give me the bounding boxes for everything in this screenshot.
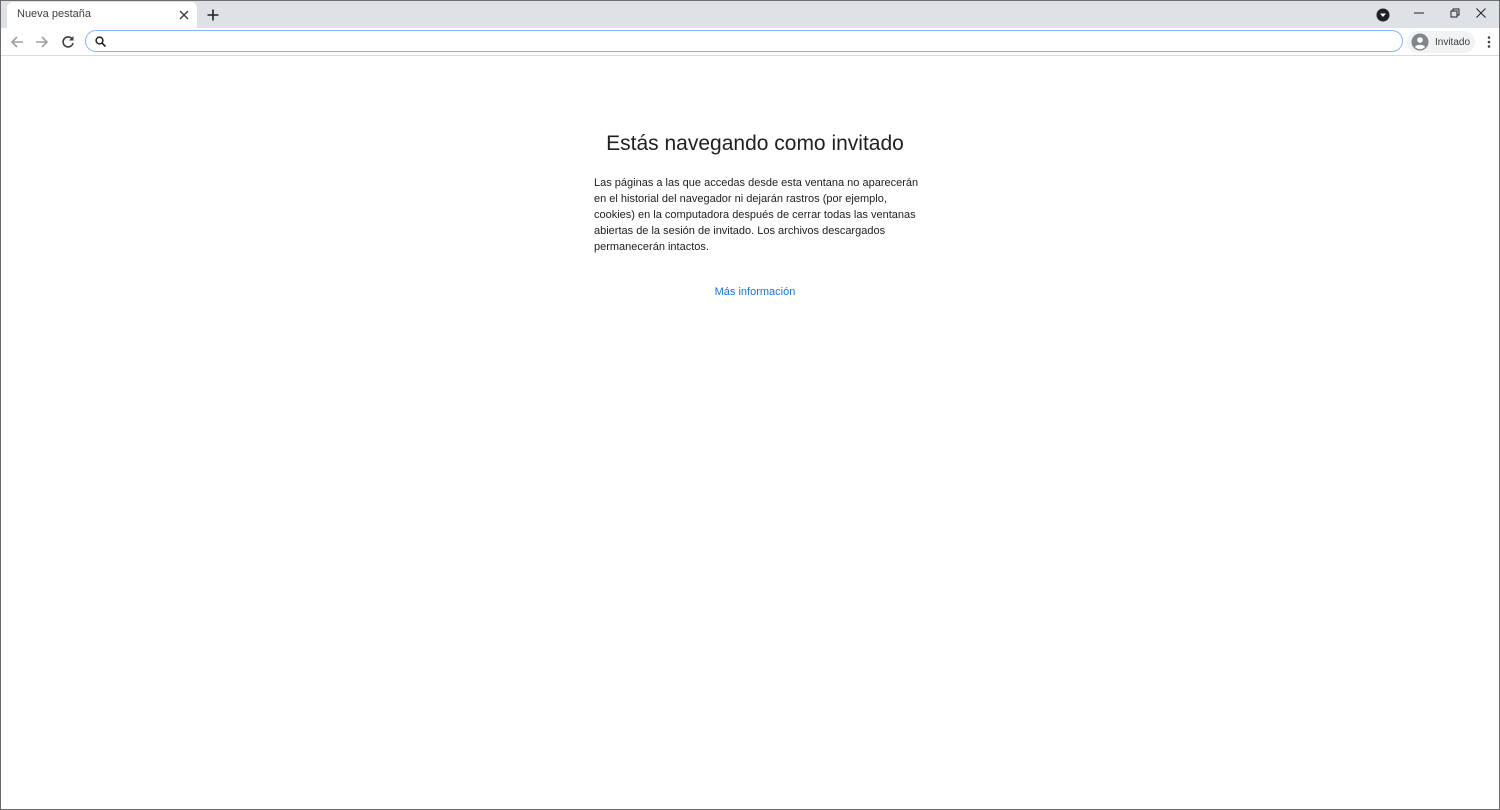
address-bar[interactable] (85, 30, 1403, 52)
address-input[interactable] (112, 32, 1392, 49)
profile-button[interactable]: Invitado (1407, 31, 1475, 53)
minimize-icon[interactable] (1400, 1, 1438, 25)
guest-description: Las páginas a las que accedas desde esta… (594, 177, 919, 253)
close-icon[interactable] (175, 6, 193, 24)
chevron-down-circle-icon[interactable] (1374, 6, 1392, 24)
profile-label: Invitado (1435, 36, 1471, 48)
learn-more-link[interactable]: Más información (1, 286, 1499, 298)
more-vert-icon[interactable] (1482, 31, 1496, 53)
search-icon (93, 34, 107, 48)
tab-title: Nueva pestaña (17, 8, 91, 20)
close-icon[interactable] (1462, 1, 1499, 25)
page-title: Estás navegando como invitado (606, 132, 904, 155)
reload-icon[interactable] (57, 31, 79, 53)
plus-icon[interactable] (203, 5, 223, 25)
arrow-back-icon[interactable] (6, 31, 28, 53)
browser-window: Nueva pestaña Invitado Estás navegando c… (0, 0, 1500, 810)
toolbar: Invitado (1, 28, 1499, 56)
arrow-forward-icon[interactable] (31, 31, 53, 53)
guest-page: Estás navegando como invitado Las página… (1, 56, 1499, 809)
tab-strip: Nueva pestaña (1, 1, 1499, 28)
account-circle-icon (1411, 33, 1429, 51)
tab-new-tab[interactable]: Nueva pestaña (7, 2, 197, 28)
